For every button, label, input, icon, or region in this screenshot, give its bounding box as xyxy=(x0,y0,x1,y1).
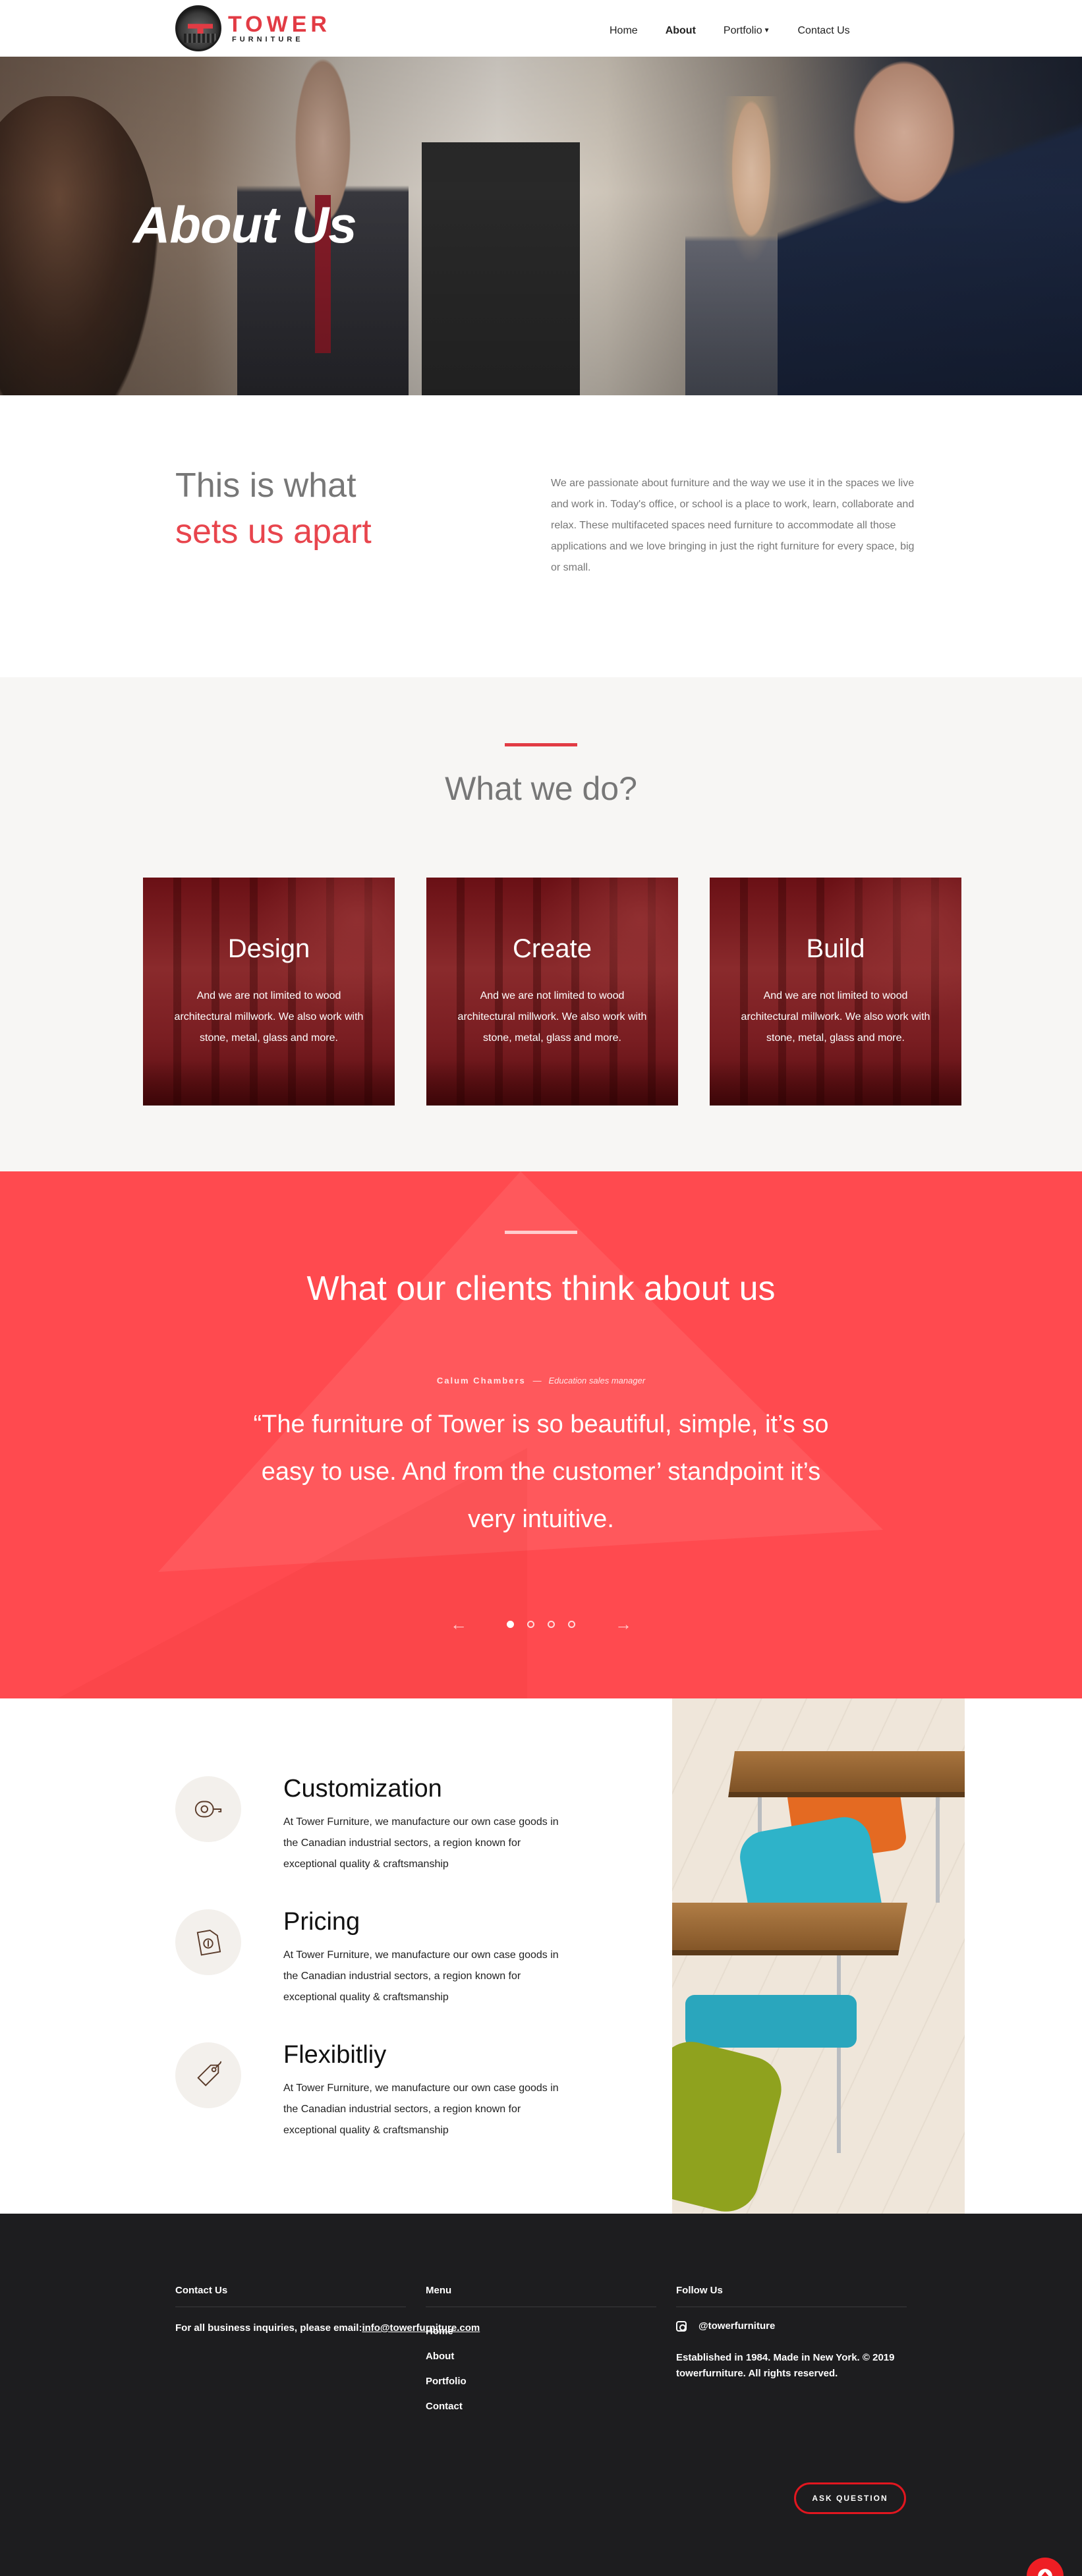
tape-measure-icon xyxy=(175,1776,241,1842)
copyright-text: Established in 1984. Made in New York. ©… xyxy=(676,2352,895,2379)
arrow-right-icon[interactable]: → xyxy=(615,1614,632,1635)
features-section: Customization At Tower Furniture, we man… xyxy=(0,1698,1082,2214)
section-divider xyxy=(505,743,577,746)
about-section: This is what sets us apart We are passio… xyxy=(0,395,1082,677)
service-card-design[interactable]: Design And we are not limited to wood ar… xyxy=(143,878,395,1106)
footer-link-home[interactable]: Home xyxy=(426,2319,656,2344)
nav-item-contact[interactable]: Contact Us xyxy=(798,25,850,37)
feature-title: Flexibitliy xyxy=(283,2041,387,2069)
footer-heading: Menu xyxy=(426,2285,656,2307)
footer-follow: Follow Us @towerfurniture Established in… xyxy=(676,2285,907,2382)
brand-logo[interactable]: TOWER FURNITURE xyxy=(175,5,331,51)
hero-banner: About Us xyxy=(0,57,1082,395)
instagram-link[interactable]: @towerfurniture xyxy=(676,2320,907,2332)
footer-heading: Follow Us xyxy=(676,2285,907,2307)
instagram-icon xyxy=(676,2320,687,2332)
about-body: We are passionate about furniture and th… xyxy=(551,478,915,573)
feature-title: Pricing xyxy=(283,1908,360,1936)
section-divider xyxy=(505,1231,577,1234)
brand-name: TOWER xyxy=(228,12,331,37)
footer-heading: Contact Us xyxy=(175,2285,406,2307)
top-nav: TOWER FURNITURE Home About Portfolio ▼ Co… xyxy=(0,0,1082,57)
testimonials-section: What our clients think about us Calum Ch… xyxy=(0,1171,1082,1698)
feature-text: At Tower Furniture, we manufacture our o… xyxy=(283,1949,559,2003)
classroom-furniture-photo xyxy=(672,1698,965,2214)
card-title: Create xyxy=(512,934,592,963)
footer-menu: Menu Home About Portfolio Contact xyxy=(426,2285,656,2419)
testimonials-title: What our clients think about us xyxy=(306,1270,776,1308)
page-title: About Us xyxy=(133,196,357,254)
section-title: What we do? xyxy=(445,770,637,807)
caret-down-icon: ▼ xyxy=(763,27,770,34)
main-menu: Home About Portfolio ▼ Contact Us xyxy=(610,25,878,37)
arrow-left-icon[interactable]: ← xyxy=(450,1614,467,1635)
nav-item-portfolio[interactable]: Portfolio ▼ xyxy=(724,25,770,37)
service-card-create[interactable]: Create And we are not limited to wood ar… xyxy=(426,878,678,1106)
about-heading: This is what sets us apart xyxy=(175,466,372,551)
carousel-controls: ← → xyxy=(0,1614,1082,1635)
feature-text: At Tower Furniture, we manufacture our o… xyxy=(283,2083,559,2136)
carousel-dot[interactable] xyxy=(527,1621,534,1628)
tower-logo-icon xyxy=(175,5,221,51)
invoice-dollar-icon xyxy=(175,1909,241,1975)
card-text: And we are not limited to wood architect… xyxy=(174,990,364,1044)
price-tag-icon xyxy=(175,2042,241,2108)
nav-item-home[interactable]: Home xyxy=(610,25,638,37)
footer-link-contact[interactable]: Contact xyxy=(426,2394,656,2419)
card-title: Build xyxy=(806,934,865,963)
feature-title: Customization xyxy=(283,1775,442,1803)
testimonial-author: Calum Chambers — Education sales manager xyxy=(436,1376,646,1386)
nav-item-about[interactable]: About xyxy=(666,25,696,37)
carousel-dot[interactable] xyxy=(548,1621,555,1628)
site-footer: Contact Us For all business inquiries, p… xyxy=(0,2214,1082,2576)
card-text: And we are not limited to wood architect… xyxy=(457,990,647,1044)
ask-question-button[interactable]: ASK QUESTION xyxy=(794,2482,906,2514)
card-title: Design xyxy=(227,934,310,963)
service-card-build[interactable]: Build And we are not limited to wood arc… xyxy=(710,878,961,1106)
footer-link-about[interactable]: About xyxy=(426,2344,656,2369)
arrow-up-icon xyxy=(1038,2569,1052,2576)
what-we-do-section: What we do? Design And we are not limite… xyxy=(0,677,1082,1171)
carousel-dot[interactable] xyxy=(568,1621,575,1628)
testimonial-quote: “The furniture of Tower is so beautiful,… xyxy=(253,1411,829,1533)
card-text: And we are not limited to wood architect… xyxy=(741,990,930,1044)
footer-link-portfolio[interactable]: Portfolio xyxy=(426,2369,656,2394)
carousel-dot[interactable] xyxy=(507,1621,514,1628)
feature-text: At Tower Furniture, we manufacture our o… xyxy=(283,1816,559,1870)
